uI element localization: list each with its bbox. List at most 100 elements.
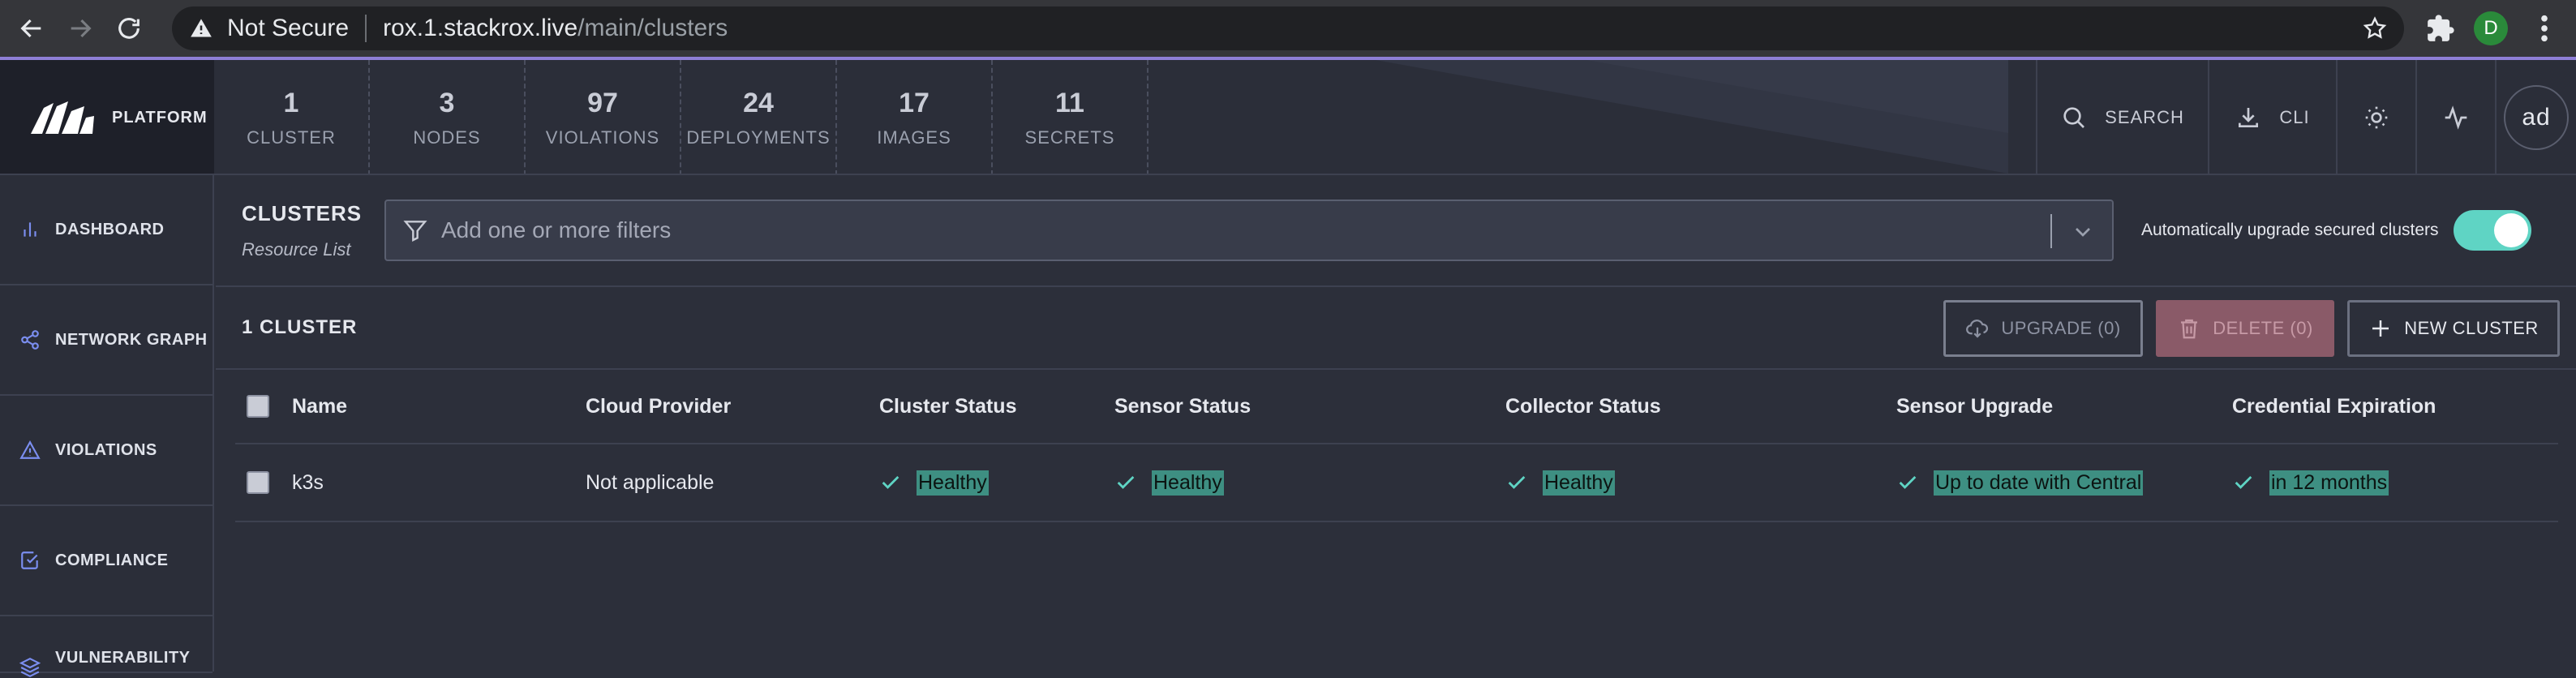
search-button[interactable]: SEARCH <box>2036 60 2208 174</box>
column-header-cluster-status[interactable]: Cluster Status <box>879 395 1114 418</box>
browser-toolbar: Not Secure rox.1.stackrox.live /main/clu… <box>0 0 2576 57</box>
summary-count: 3 <box>439 87 455 118</box>
summary-nodes[interactable]: 3 NODES <box>370 60 526 174</box>
column-header-collector-status[interactable]: Collector Status <box>1505 395 1896 418</box>
profile-avatar[interactable]: D <box>2474 11 2508 45</box>
sidebar-item-violations[interactable]: VIOLATIONS <box>0 396 213 506</box>
column-header-sensor-upgrade[interactable]: Sensor Upgrade <box>1896 395 2232 418</box>
upgrade-button[interactable]: UPGRADE (0) <box>1943 300 2143 357</box>
page-subtitle: Resource List <box>242 238 351 260</box>
sidebar-item-label: VIOLATIONS <box>55 440 157 459</box>
check-icon <box>1117 476 1135 489</box>
summary-deployments[interactable]: 24 DEPLOYMENTS <box>681 60 837 174</box>
table-header-row: Name Cloud Provider Cluster Status Senso… <box>235 370 2558 444</box>
page-title-box: CLUSTERS Resource List <box>242 201 384 260</box>
sidebar-item-dashboard[interactable]: DASHBOARD <box>0 175 213 285</box>
activity-button[interactable] <box>2415 60 2495 174</box>
sidebar-item-network-graph[interactable]: NETWORK GRAPH <box>0 285 213 396</box>
sensor-upgrade-status: Up to date with Central <box>1896 470 2144 496</box>
sidebar-item-label: VULNERABILITY <box>55 649 191 667</box>
cluster-name[interactable]: k3s <box>292 471 586 495</box>
column-header-sensor-status[interactable]: Sensor Status <box>1114 395 1505 418</box>
sidebar-item-label: DASHBOARD <box>55 220 165 238</box>
cloud-download-icon <box>1966 320 1989 338</box>
collector-status-text: Healthy <box>1543 470 1615 496</box>
summary-violations[interactable]: 97 VIOLATIONS <box>526 60 681 174</box>
logo[interactable]: PLATFORM <box>0 60 214 174</box>
cluster-status: Healthy <box>879 470 989 496</box>
credential-expiration-text: in 12 months <box>2269 470 2389 496</box>
collector-status: Healthy <box>1505 470 1615 496</box>
column-header-cloud-provider[interactable]: Cloud Provider <box>586 395 879 418</box>
list-actions: UPGRADE (0) DELETE (0) NEW CLUSTER <box>1930 300 2560 357</box>
download-icon <box>2239 108 2259 127</box>
sensor-status: Healthy <box>1114 470 1224 496</box>
plus-icon <box>2372 320 2389 337</box>
sensor-status-cell: Healthy <box>1114 470 1505 496</box>
chevron-down-icon[interactable] <box>2070 219 2096 245</box>
logo-text: PLATFORM <box>112 108 208 127</box>
new-cluster-button[interactable]: NEW CLUSTER <box>2347 300 2560 357</box>
alert-triangle-icon <box>19 440 41 459</box>
summary-count: 97 <box>587 87 618 118</box>
bookmark-star-icon[interactable] <box>2362 15 2388 41</box>
filter-input[interactable] <box>441 217 1982 243</box>
activity-icon <box>2445 105 2467 130</box>
column-header-credential-expiration[interactable]: Credential Expiration <box>2232 395 2557 418</box>
table-row[interactable]: k3s Not applicable Healthy Healthy Healt… <box>235 444 2558 522</box>
search-icon <box>2063 107 2085 128</box>
reload-icon <box>118 18 140 39</box>
url-path: /main/clusters <box>577 15 728 41</box>
sensor-upgrade-cell: Up to date with Central <box>1896 470 2232 496</box>
header-decoration <box>1376 60 2008 174</box>
theme-toggle-button[interactable] <box>2336 60 2415 174</box>
summary-count: 11 <box>1055 87 1084 118</box>
check-icon <box>1899 476 1917 489</box>
sidebar-item-compliance[interactable]: COMPLIANCE <box>0 506 213 616</box>
address-bar[interactable]: Not Secure rox.1.stackrox.live /main/clu… <box>172 6 2404 50</box>
summary-label: DEPLOYMENTS <box>686 127 831 148</box>
sun-icon <box>2365 106 2388 129</box>
forward-button[interactable] <box>63 11 97 45</box>
select-all-checkbox[interactable] <box>247 395 269 418</box>
credential-expiration: in 12 months <box>2232 470 2389 496</box>
upgrade-label: UPGRADE (0) <box>2001 318 2121 338</box>
header-tools: SEARCH CLI ad <box>2036 60 2576 174</box>
trash-icon <box>2181 319 2198 339</box>
summary-label: VIOLATIONS <box>545 127 660 148</box>
auto-upgrade-toggle[interactable] <box>2453 210 2531 251</box>
summary-secrets[interactable]: 11 SECRETS <box>993 60 1148 174</box>
reload-button[interactable] <box>112 11 146 45</box>
cluster-count: 1 CLUSTER <box>242 316 358 338</box>
more-vertical-icon[interactable] <box>2532 11 2557 45</box>
security-label: Not Secure <box>227 15 350 41</box>
filter-icon <box>403 221 427 242</box>
filter-search-box[interactable] <box>384 200 2114 261</box>
address-divider <box>365 15 367 42</box>
check-icon <box>2235 476 2252 489</box>
sensor-status-text: Healthy <box>1152 470 1224 496</box>
new-cluster-label: NEW CLUSTER <box>2404 318 2539 338</box>
sidebar-item-vulnerability[interactable]: VULNERABILITY <box>0 616 213 678</box>
row-checkbox[interactable] <box>247 471 269 494</box>
extensions-puzzle-icon[interactable] <box>2425 13 2456 44</box>
summary-counts: 1 CLUSTER 3 NODES 97 VIOLATIONS 24 DEPLO… <box>214 60 1148 174</box>
user-menu[interactable]: ad <box>2495 60 2576 174</box>
summary-cluster[interactable]: 1 CLUSTER <box>214 60 370 174</box>
page-title: CLUSTERS <box>242 200 363 225</box>
main-content: CLUSTERS Resource List Automatically upg… <box>216 175 2576 672</box>
summary-images[interactable]: 17 IMAGES <box>837 60 993 174</box>
sidebar-item-label: COMPLIANCE <box>55 551 169 569</box>
sidebar-item-label: NETWORK GRAPH <box>55 330 208 349</box>
back-button[interactable] <box>15 11 49 45</box>
check-icon <box>882 476 899 489</box>
arrow-right-icon <box>71 19 92 38</box>
toggle-knob <box>2493 213 2528 247</box>
cli-download-button[interactable]: CLI <box>2208 60 2336 174</box>
page-header: CLUSTERS Resource List Automatically upg… <box>216 175 2576 287</box>
delete-label: DELETE (0) <box>2213 318 2313 338</box>
delete-button[interactable]: DELETE (0) <box>2156 300 2334 357</box>
cli-label: CLI <box>2279 107 2310 127</box>
column-header-name[interactable]: Name <box>292 395 586 418</box>
warning-icon <box>191 19 212 37</box>
